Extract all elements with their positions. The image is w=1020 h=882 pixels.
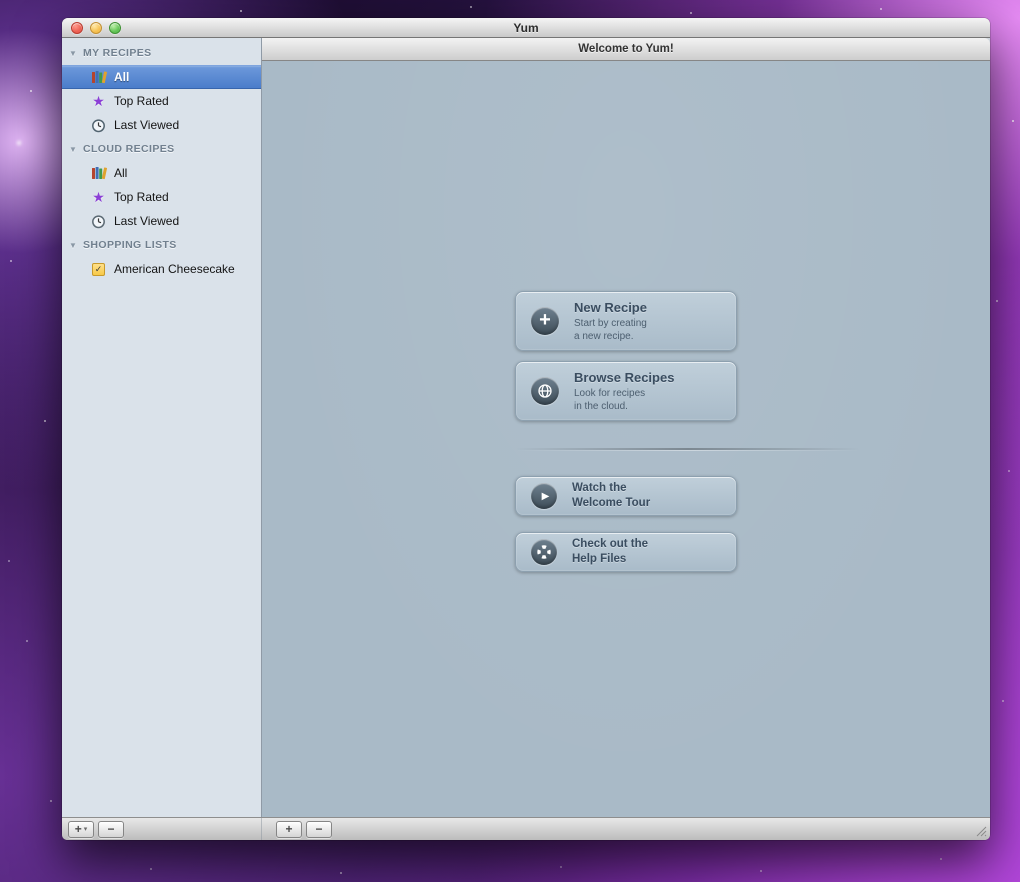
welcome-header: Welcome to Yum! <box>262 38 990 61</box>
window-title: Yum <box>513 21 539 35</box>
section-header-label: MY RECIPES <box>83 47 152 59</box>
main-content: + New Recipe Start by creating a new rec… <box>262 61 990 817</box>
dropdown-arrow-icon: ▾ <box>83 826 88 833</box>
sidebar-item-american-cheesecake[interactable]: ✓ American Cheesecake <box>62 257 261 281</box>
bottom-bar: + ▾ − + − <box>62 817 990 840</box>
star-icon: ★ <box>92 189 105 205</box>
stars-decoration <box>0 0 2 2</box>
disclosure-triangle-icon[interactable]: ▼ <box>69 49 78 58</box>
close-button[interactable] <box>71 22 83 34</box>
titlebar[interactable]: Yum <box>62 18 990 38</box>
play-circle-icon: ▶ <box>531 483 557 509</box>
minimize-button[interactable] <box>90 22 102 34</box>
action-subtitle: Start by creating a new recipe. <box>574 317 647 342</box>
action-title: Check out the Help Files <box>572 538 649 565</box>
clock-icon <box>90 213 107 230</box>
clock-icon <box>90 117 107 134</box>
sidebar-remove-button[interactable]: − <box>98 820 124 838</box>
sidebar-item-label: All <box>114 70 130 84</box>
resize-grip[interactable] <box>974 824 987 837</box>
note-icon: ✓ <box>90 261 107 278</box>
sidebar-item-last-viewed-my-recipes[interactable]: Last Viewed <box>62 113 261 137</box>
action-subtitle: Look for recipes in the cloud. <box>574 387 646 412</box>
desktop-background: Yum ▼ MY RECIPES All ★ Top Rated Last Vi… <box>0 0 1020 882</box>
main-remove-button[interactable]: − <box>306 820 332 838</box>
help-files-button[interactable]: Check out the Help Files <box>515 532 737 572</box>
globe-icon <box>531 377 559 405</box>
action-title: Browse Recipes <box>574 369 675 385</box>
plus-icon: + <box>285 822 293 836</box>
plus-circle-icon: + <box>531 307 559 335</box>
main-area: Welcome to Yum! + New Recipe Start by cr… <box>262 38 990 817</box>
help-ring-icon <box>531 539 557 565</box>
minus-icon: − <box>315 822 323 836</box>
star-icon: ★ <box>92 93 105 109</box>
disclosure-triangle-icon[interactable]: ▼ <box>69 145 78 154</box>
sidebar-add-button[interactable]: + ▾ <box>68 820 94 838</box>
sidebar-section-shopping-lists[interactable]: ▼ SHOPPING LISTS <box>62 233 261 257</box>
section-header-label: CLOUD RECIPES <box>83 143 175 155</box>
section-divider <box>515 448 860 451</box>
sidebar-item-label: American Cheesecake <box>114 262 235 276</box>
sidebar-item-label: Top Rated <box>114 190 169 204</box>
sidebar-item-all-cloud[interactable]: All <box>62 161 261 185</box>
action-title: Watch the Welcome Tour <box>572 482 651 509</box>
browse-recipes-button[interactable]: Browse Recipes Look for recipes in the c… <box>515 361 737 421</box>
sidebar-item-top-rated-cloud[interactable]: ★ Top Rated <box>62 185 261 209</box>
section-header-label: SHOPPING LISTS <box>83 239 177 251</box>
app-window: Yum ▼ MY RECIPES All ★ Top Rated Last Vi… <box>62 18 990 840</box>
sidebar-section-cloud-recipes[interactable]: ▼ CLOUD RECIPES <box>62 137 261 161</box>
disclosure-triangle-icon[interactable]: ▼ <box>69 241 78 250</box>
zoom-button[interactable] <box>109 22 121 34</box>
sidebar-item-label: Last Viewed <box>114 118 180 132</box>
sidebar-item-last-viewed-cloud[interactable]: Last Viewed <box>62 209 261 233</box>
books-icon <box>90 165 107 182</box>
sidebar-item-label: Top Rated <box>114 94 169 108</box>
sidebar-item-top-rated-my-recipes[interactable]: ★ Top Rated <box>62 89 261 113</box>
main-add-button[interactable]: + <box>276 820 302 838</box>
sidebar-section-my-recipes[interactable]: ▼ MY RECIPES <box>62 41 261 65</box>
new-recipe-button[interactable]: + New Recipe Start by creating a new rec… <box>515 291 737 351</box>
watch-welcome-tour-button[interactable]: ▶ Watch the Welcome Tour <box>515 476 737 516</box>
action-title: New Recipe <box>574 299 647 315</box>
sidebar-item-label: All <box>114 166 128 180</box>
books-icon <box>90 69 107 86</box>
sidebar-item-label: Last Viewed <box>114 214 180 228</box>
plus-icon: + <box>74 822 82 836</box>
minus-icon: − <box>107 822 115 836</box>
sidebar-item-all-my-recipes[interactable]: All <box>62 65 261 89</box>
sidebar: ▼ MY RECIPES All ★ Top Rated Last Viewed… <box>62 38 262 817</box>
